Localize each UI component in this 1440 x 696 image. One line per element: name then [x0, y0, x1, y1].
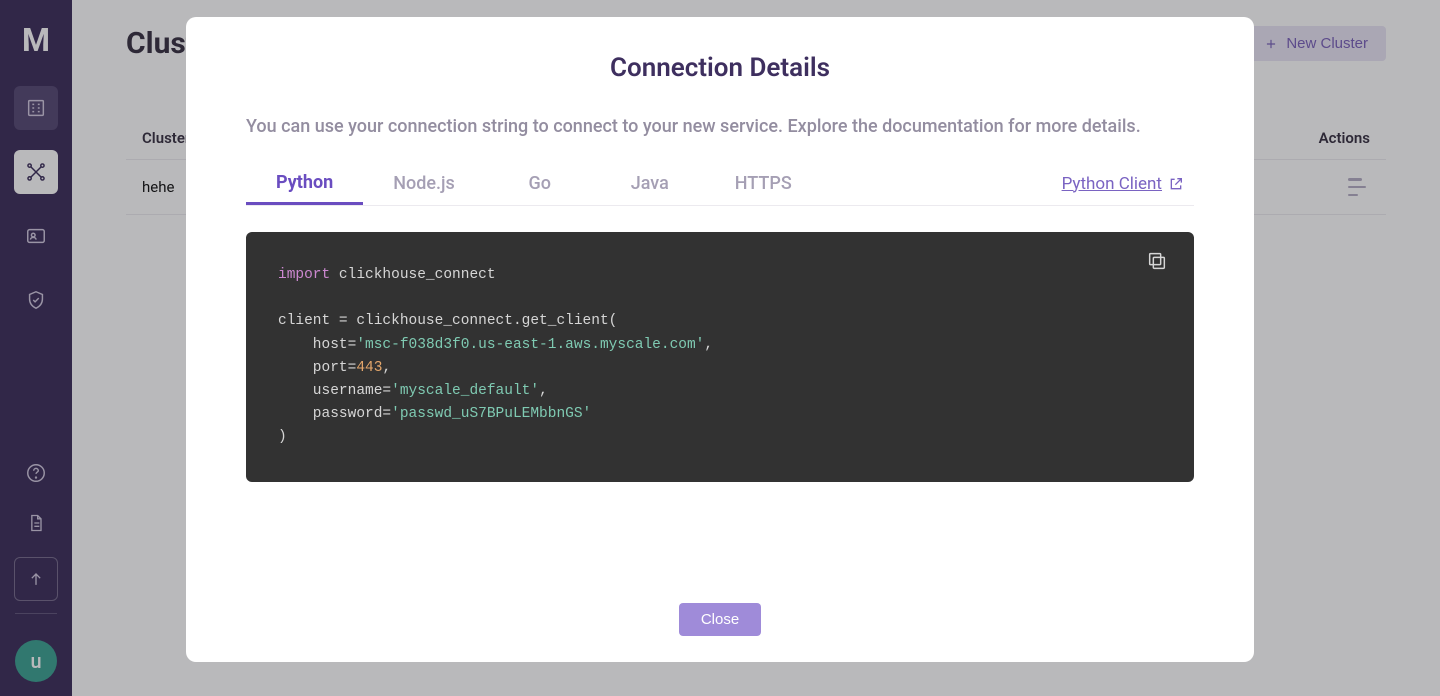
tabs: Python Node.js Go Java HTTPS Python Clie… — [246, 162, 1194, 206]
doc-link-label: Python Client — [1062, 174, 1162, 194]
copy-icon — [1146, 250, 1168, 272]
tab-python[interactable]: Python — [246, 162, 363, 205]
connection-details-modal: Connection Details You can use your conn… — [186, 17, 1254, 662]
modal-title: Connection Details — [220, 53, 1220, 83]
copy-button[interactable] — [1146, 250, 1174, 278]
tab-https[interactable]: HTTPS — [705, 162, 822, 205]
tab-go[interactable]: Go — [485, 162, 595, 205]
close-button[interactable]: Close — [679, 603, 761, 636]
python-client-doc-link[interactable]: Python Client — [1062, 174, 1194, 194]
external-link-icon — [1168, 176, 1184, 192]
modal-subtitle: You can use your connection string to co… — [246, 113, 1194, 140]
code-snippet: import clickhouse_connect client = click… — [246, 232, 1194, 482]
tab-nodejs[interactable]: Node.js — [363, 162, 485, 205]
tab-java[interactable]: Java — [595, 162, 705, 205]
